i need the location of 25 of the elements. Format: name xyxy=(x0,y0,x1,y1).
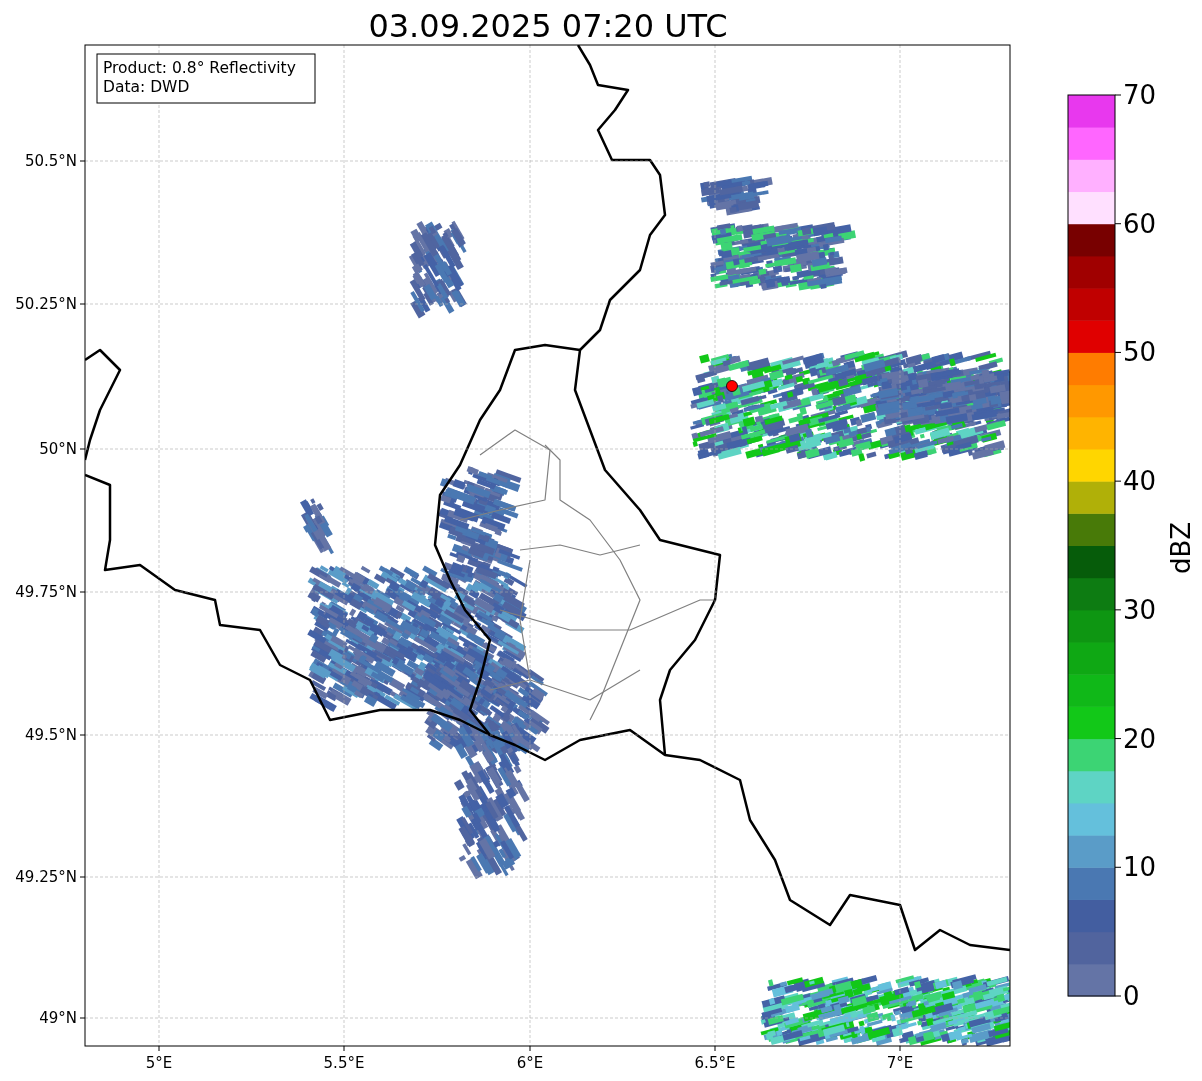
legend-text: Product: 0.8° Reflectivity xyxy=(103,59,296,77)
colorbar-label: dBZ xyxy=(1166,521,1196,575)
colorbar-tick-label: 60 xyxy=(1123,208,1157,239)
axis-tick-label: 49.5°N xyxy=(24,726,77,744)
axis-tick-label: 50°N xyxy=(39,440,77,458)
axis-tick-label: 49.25°N xyxy=(15,868,77,886)
axis-tick-label: 49°N xyxy=(39,1009,77,1027)
colorbar-tick-label: 0 xyxy=(1123,981,1140,1011)
colorbar-tick-label: 70 xyxy=(1123,80,1157,110)
chart-title: 03.09.2025 07:20 UTC xyxy=(368,7,728,45)
axis-tick-label: 50.5°N xyxy=(24,152,77,170)
colorbar-tick-label: 40 xyxy=(1123,466,1157,497)
colorbar-tick-label: 30 xyxy=(1123,594,1157,625)
colorbar-tick-label: 10 xyxy=(1123,852,1157,883)
axis-tick-label: 7°E xyxy=(886,1054,914,1072)
axis-tick-label: 49.75°N xyxy=(15,583,77,601)
colorbar-tick-label: 50 xyxy=(1123,337,1157,368)
colorbar-tick-label: 20 xyxy=(1123,723,1157,754)
axis-tick-label: 50.25°N xyxy=(15,295,77,313)
axis-tick-label: 5°E xyxy=(145,1054,173,1072)
axis-tick-label: 6.5°E xyxy=(694,1054,736,1072)
axis-tick-label: 5.5°E xyxy=(323,1054,365,1072)
axis-tick-label: 6°E xyxy=(516,1054,544,1072)
legend-text: Data: DWD xyxy=(103,78,190,96)
station-marker-icon xyxy=(726,380,738,392)
